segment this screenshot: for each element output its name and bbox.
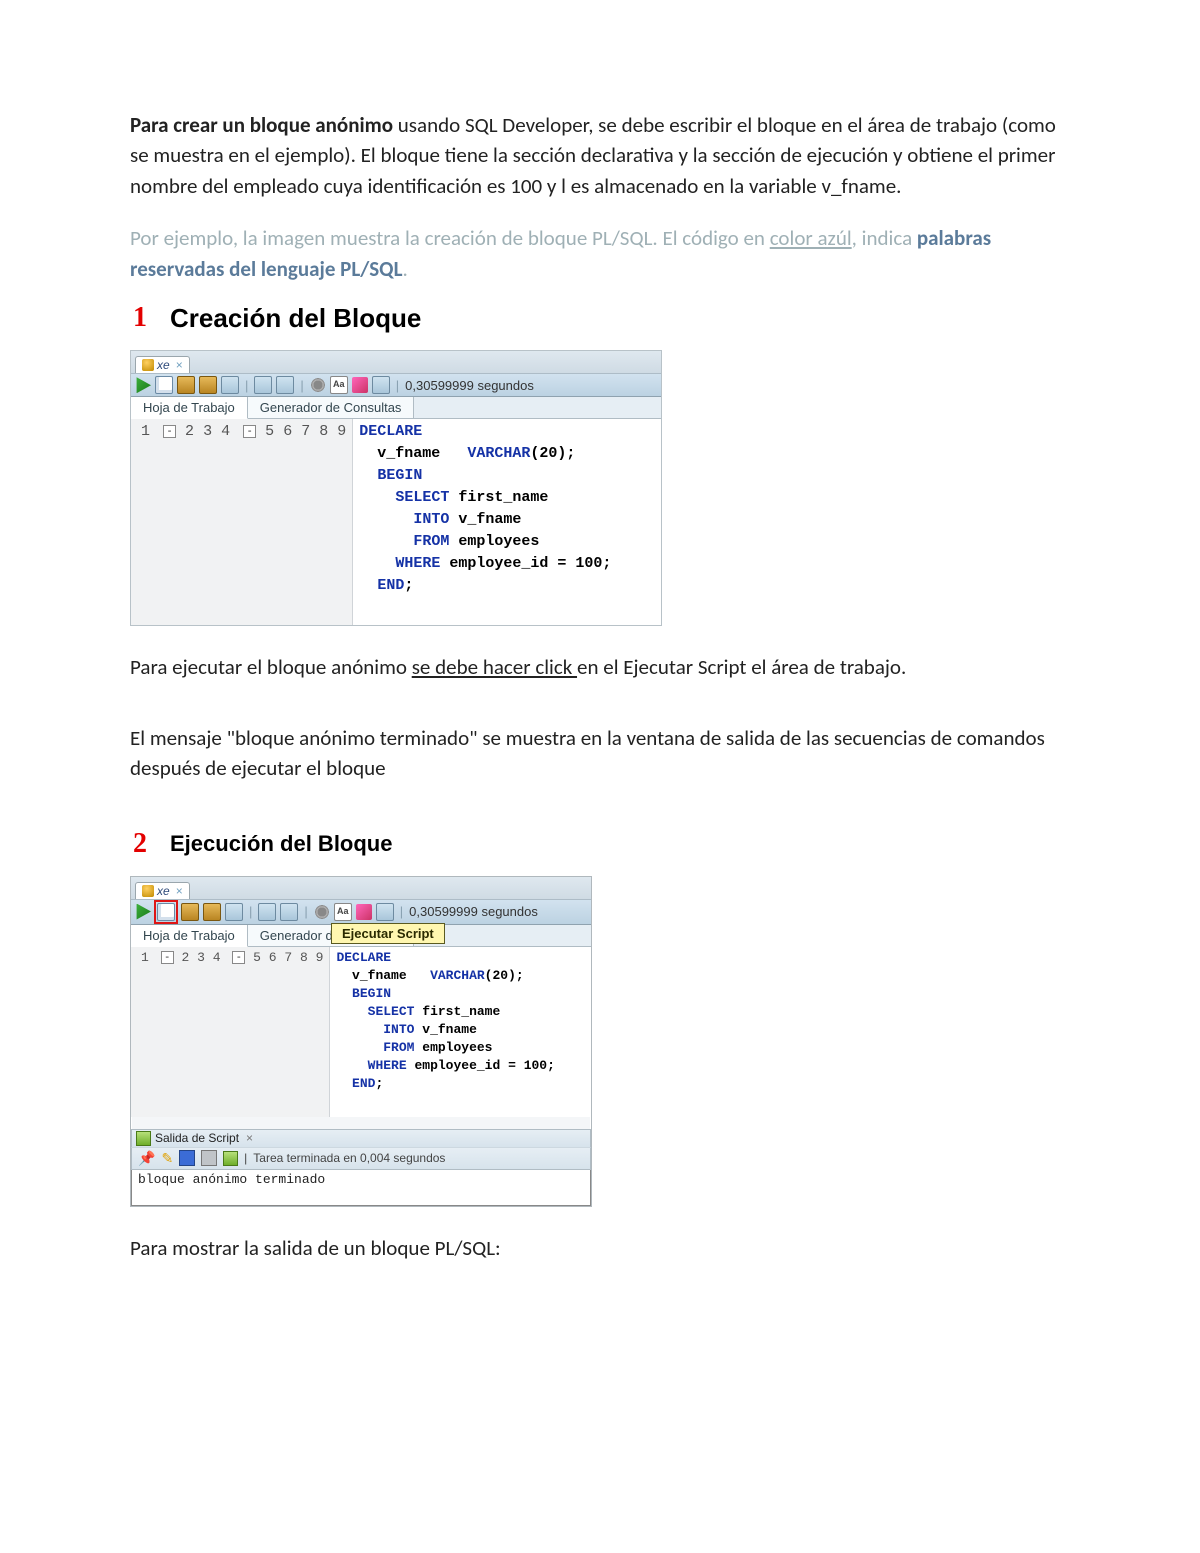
script-output-tab-label: Salida de Script [155,1131,239,1145]
database-icon [142,359,154,371]
connection-tab-label: xe [157,884,170,898]
grey-guidance: Por ejemplo, la imagen muestra la creaci… [130,223,1070,284]
run-script-highlight [154,900,178,924]
clear-icon[interactable] [352,377,368,393]
run-script-icon[interactable] [157,903,175,921]
edit-icon[interactable]: ✎ [161,1150,173,1167]
section-1-heading: 1 Creación del Bloque [130,302,1070,334]
gear-icon[interactable] [310,377,326,393]
toolbar-separator: | [400,904,403,919]
output-paragraph: Para mostrar la salida de un bloque PL/S… [130,1233,1070,1263]
section-2-number: 2 [130,828,150,860]
pin-icon[interactable]: 📌 [138,1150,155,1167]
exec-pre: Para ejecutar el bloque anónimo [130,654,412,680]
commit-icon[interactable] [177,376,195,394]
run-script-icon[interactable] [155,376,173,394]
refresh-icon[interactable] [223,1151,238,1166]
run-icon[interactable] [135,904,151,920]
explain-plan-icon[interactable] [221,376,239,394]
toolbar-separator: | [245,378,248,393]
line-gutter: 1 - 2 3 4 - 5 6 7 8 9 [131,419,353,625]
toolbar-separator: | [304,904,307,919]
editor-tabbar: xe × [131,351,661,373]
clear-icon[interactable] [356,904,372,920]
section-1-number: 1 [130,302,150,334]
editor-tabbar: xe × [131,877,591,899]
commit-icon[interactable] [181,903,199,921]
save-icon[interactable] [179,1150,195,1166]
exec-underline: se debe hacer click [412,654,577,680]
script-output-panel: Salida de Script × 📌 ✎ | Tarea terminada… [131,1129,591,1206]
script-output-body: bloque anónimo terminado [131,1170,591,1206]
subtab-worksheet[interactable]: Hoja de Trabajo [131,397,248,419]
case-icon[interactable]: Aa [334,903,352,921]
grey-end: . [402,256,407,282]
database-icon [142,885,154,897]
toolbar-separator: | [244,1151,247,1165]
connection-tab[interactable]: xe × [135,882,190,899]
autotrace-icon[interactable] [254,376,272,394]
intro-paragraph: Para crear un bloque anónimo usando SQL … [130,110,1070,201]
timing-text: 0,30599999 segundos [405,378,534,393]
connection-tab[interactable]: xe × [135,356,190,373]
ide-panel-1: xe × | | Aa | 0,30599999 segundos Hoja d… [130,350,662,626]
script-output-toolbar: 📌 ✎ | Tarea terminada en 0,004 segundos [131,1147,591,1170]
run-script-tooltip: Ejecutar Script [331,923,445,944]
code-editor[interactable]: 1 - 2 3 4 - 5 6 7 8 9 DECLARE v_fname VA… [131,419,661,625]
rollback-icon[interactable] [199,376,217,394]
output-icon [136,1131,151,1146]
section-2-heading: 2 Ejecución del Bloque [130,828,1070,860]
script-output-status: Tarea terminada en 0,004 segundos [253,1151,445,1165]
subtab-query-builder[interactable]: Generador de Consultas [248,397,415,418]
code-editor[interactable]: 1 - 2 3 4 - 5 6 7 8 9 DECLARE v_fname VA… [131,947,591,1117]
toolbar: | | Aa | 0,30599999 segundos [131,899,591,925]
code-content: DECLARE v_fname VARCHAR(20); BEGIN SELEC… [353,419,617,625]
print-icon[interactable] [201,1150,217,1166]
case-icon[interactable]: Aa [330,376,348,394]
gear-icon[interactable] [314,904,330,920]
sql-history-icon[interactable] [376,903,394,921]
tab-close-icon[interactable]: × [176,884,183,898]
exec-paragraph: Para ejecutar el bloque anónimo se debe … [130,652,1070,682]
worksheet-subtabs: Hoja de Trabajo Generador de Consultas [131,397,661,419]
toolbar-separator: | [249,904,252,919]
intro-bold: Para crear un bloque anónimo [130,112,393,138]
toolbar-separator: | [396,378,399,393]
timing-text: 0,30599999 segundos [409,904,538,919]
run-icon[interactable] [135,377,151,393]
sql-history-icon[interactable] [372,376,390,394]
script-output-tabbar: Salida de Script × [131,1129,591,1147]
sql-tuning-icon[interactable] [280,903,298,921]
explain-plan-icon[interactable] [225,903,243,921]
subtab-worksheet[interactable]: Hoja de Trabajo [131,925,248,947]
connection-tab-label: xe [157,358,170,372]
sql-tuning-icon[interactable] [276,376,294,394]
message-paragraph: El mensaje "bloque anónimo terminado" se… [130,723,1070,784]
tab-close-icon[interactable]: × [176,358,183,372]
line-gutter: 1 - 2 3 4 - 5 6 7 8 9 [131,947,330,1117]
grey-pre: Por ejemplo, la imagen muestra la creaci… [130,225,770,251]
exec-post: en el Ejecutar Script el área de trabajo… [577,654,906,680]
section-2-title: Ejecución del Bloque [170,831,392,857]
grey-underline: color azúl [770,225,852,251]
script-output-close-icon[interactable]: × [246,1131,253,1145]
ide-panel-2: xe × | | Aa | 0,30599999 segundos [130,876,592,1207]
rollback-icon[interactable] [203,903,221,921]
grey-post: , indica [852,225,917,251]
toolbar-separator: | [300,378,303,393]
code-content: DECLARE v_fname VARCHAR(20); BEGIN SELEC… [330,947,560,1117]
autotrace-icon[interactable] [258,903,276,921]
toolbar: | | Aa | 0,30599999 segundos [131,373,661,397]
section-1-title: Creación del Bloque [170,303,421,334]
